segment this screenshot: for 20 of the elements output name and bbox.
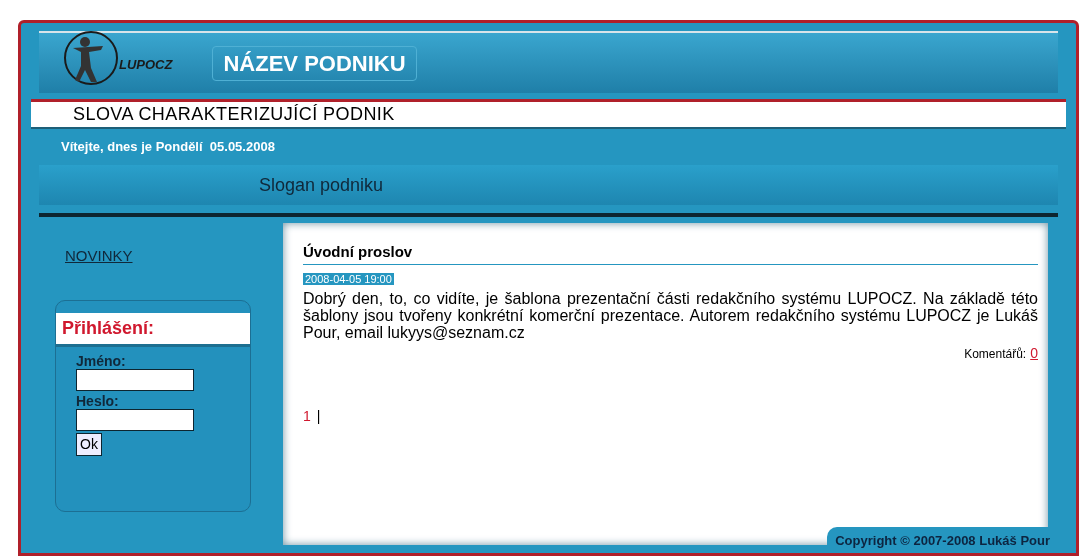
input-field[interactable] [76,368,194,391]
company-name: NÁZEV PODNIKU [212,45,417,81]
ok-button[interactable]: Ok [76,432,102,456]
comments-link[interactable]: 0 [1030,342,1038,364]
comments-label: Komentářů: [964,345,1027,363]
field-label: Heslo: [76,392,120,409]
article-date: 2008-04-05 19:00 [303,272,394,285]
welcome-text: Vítejte, dnes je Pondělí 05.05.2008 [61,138,275,157]
logo-text: LUPOCZ [119,55,173,74]
page-separator: | [316,406,321,426]
input-field[interactable] [76,408,194,431]
article-title: Úvodní proslov [303,241,1038,265]
tagline: SLOVA CHARAKTERIZUJÍCÍ PODNIK [31,99,1066,129]
login-title: Přihlášení: [62,317,155,338]
slogan: Slogan podniku [259,173,384,197]
page-link[interactable]: 1 [303,405,311,427]
menu-link[interactable]: NOVINKY [65,245,283,268]
field-label: Jméno: [76,352,127,369]
copyright-text: Copyright © 2007-2008 Lukáš Pour [835,533,1050,548]
article-text: Dobrý den, to, co vidíte, je šablona prezentační části redakčního systému LUPOCZ. Na základě této šablony jsou tvořeny konkrétní komerční prezentace. Autorem redakčního systému LUPOCZ je Lukáš Pour, email lukyys@seznam.cz [303,289,1038,341]
